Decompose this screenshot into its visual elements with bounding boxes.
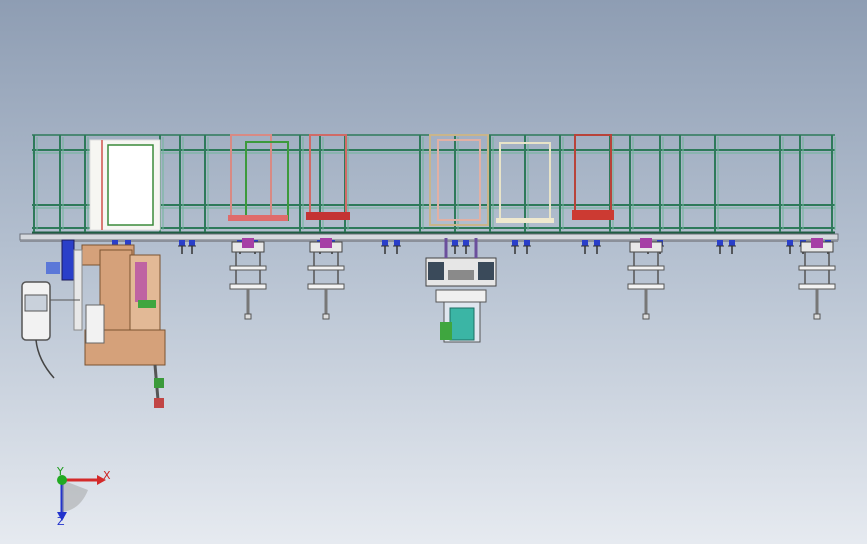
pick-head-plate [627, 283, 665, 290]
pick-head-valve [811, 238, 823, 248]
pick-head [627, 238, 665, 320]
loading-frame-white [89, 139, 161, 231]
y-axis-label: Y [56, 465, 64, 478]
pick-heads [229, 238, 836, 320]
stop-frame-red [572, 134, 614, 220]
nozzle-body [189, 240, 195, 246]
cad-scene: X Y Z [19, 134, 839, 528]
pick-head-valve [242, 238, 254, 248]
pick-head-plate [229, 265, 267, 271]
pick-head-valve [320, 238, 332, 248]
nozzle-body [452, 240, 458, 246]
pick-head-tip [322, 313, 330, 320]
press-unit [425, 238, 497, 343]
pick-head [798, 238, 836, 320]
pick-head-plate [798, 265, 836, 271]
press-frame [429, 134, 554, 226]
base-rail [19, 233, 839, 242]
nozzle-body [179, 240, 185, 246]
nozzle-body [594, 240, 600, 246]
nozzle-body [382, 240, 388, 246]
loading-station [46, 239, 166, 408]
pick-head-plate [307, 283, 345, 290]
nozzle-body [729, 240, 735, 246]
control-cabinet [21, 281, 80, 379]
pick-head-tip [244, 313, 252, 320]
pick-head-tip [642, 313, 650, 320]
nozzle-body [394, 240, 400, 246]
nozzle-body [717, 240, 723, 246]
nozzle-body [463, 240, 469, 246]
z-axis-label: Z [57, 515, 65, 528]
pick-head-tip [813, 313, 821, 320]
pick-head-plate [798, 283, 836, 290]
pick-frame-red [306, 134, 350, 220]
vacuum-nozzle-row [111, 240, 832, 254]
x-axis-label: X [103, 469, 111, 482]
nozzle-body [582, 240, 588, 246]
nozzle-body [512, 240, 518, 246]
pick-head [307, 238, 345, 320]
pick-head [229, 238, 267, 320]
pick-head-plate [229, 283, 267, 290]
axis-triad: X Y Z [56, 465, 111, 528]
nozzle-body [524, 240, 530, 246]
pick-head-plate [627, 265, 665, 271]
pick-head-valve [640, 238, 652, 248]
cad-viewport[interactable]: X Y Z [0, 0, 867, 544]
pick-head-plate [307, 265, 345, 271]
nozzle-body [787, 240, 793, 246]
